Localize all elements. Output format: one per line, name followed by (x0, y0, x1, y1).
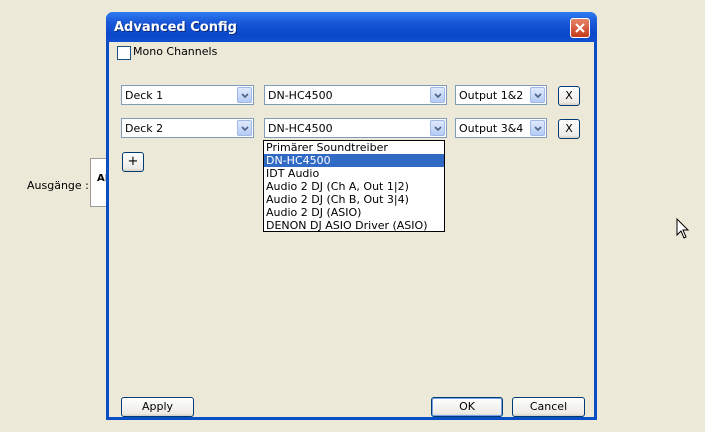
dialog-client-area: Mono Channels Deck 1 DN-HC4500 Output 1&… (109, 42, 594, 417)
cancel-button[interactable]: Cancel (512, 397, 585, 417)
ok-button[interactable]: OK (431, 397, 503, 417)
mouse-cursor-icon (676, 218, 690, 239)
chevron-down-icon[interactable] (430, 87, 445, 103)
deck-2-select[interactable]: Deck 2 (121, 118, 254, 138)
deck-2-value: Deck 2 (125, 122, 164, 135)
apply-button[interactable]: Apply (121, 397, 194, 417)
dropdown-option[interactable]: DENON DJ ASIO Driver (ASIO) (264, 219, 444, 232)
output-2-value: Output 3&4 (459, 122, 524, 135)
chevron-down-icon[interactable] (237, 87, 252, 103)
chevron-down-icon[interactable] (530, 87, 545, 103)
device-dropdown-list: Primärer Soundtreiber DN-HC4500 IDT Audi… (263, 140, 445, 232)
deck-1-select[interactable]: Deck 1 (121, 85, 254, 105)
dropdown-option[interactable]: Audio 2 DJ (ASIO) (264, 206, 444, 219)
advanced-config-dialog: Advanced Config Mono Channels Deck 1 DN-… (106, 12, 597, 420)
output-1-value: Output 1&2 (459, 89, 524, 102)
deck-1-value: Deck 1 (125, 89, 164, 102)
dropdown-option[interactable]: Primärer Soundtreiber (264, 141, 444, 154)
device-2-value: DN-HC4500 (268, 122, 333, 135)
chevron-down-icon[interactable] (237, 120, 252, 136)
device-2-select[interactable]: DN-HC4500 (264, 118, 447, 138)
device-1-value: DN-HC4500 (268, 89, 333, 102)
remove-row-1-button[interactable]: X (558, 86, 580, 106)
output-2-select[interactable]: Output 3&4 (455, 118, 547, 138)
add-row-button[interactable]: + (122, 152, 144, 172)
mono-channels-label[interactable]: Mono Channels (133, 45, 217, 58)
dialog-title: Advanced Config (114, 20, 237, 35)
dropdown-option[interactable]: Audio 2 DJ (Ch A, Out 1|2) (264, 180, 444, 193)
dialog-titlebar[interactable]: Advanced Config (106, 12, 597, 42)
mono-channels-checkbox[interactable] (117, 46, 131, 60)
chevron-down-icon[interactable] (430, 120, 445, 136)
remove-row-2-button[interactable]: X (558, 119, 580, 139)
outputs-label: Ausgänge : (27, 179, 89, 192)
device-1-select[interactable]: DN-HC4500 (264, 85, 447, 105)
chevron-down-icon[interactable] (530, 120, 545, 136)
close-button[interactable] (570, 18, 590, 38)
close-icon (575, 23, 585, 33)
output-1-select[interactable]: Output 1&2 (455, 85, 547, 105)
dropdown-option[interactable]: Audio 2 DJ (Ch B, Out 3|4) (264, 193, 444, 206)
dropdown-option[interactable]: IDT Audio (264, 167, 444, 180)
dropdown-option-selected[interactable]: DN-HC4500 (264, 154, 444, 167)
